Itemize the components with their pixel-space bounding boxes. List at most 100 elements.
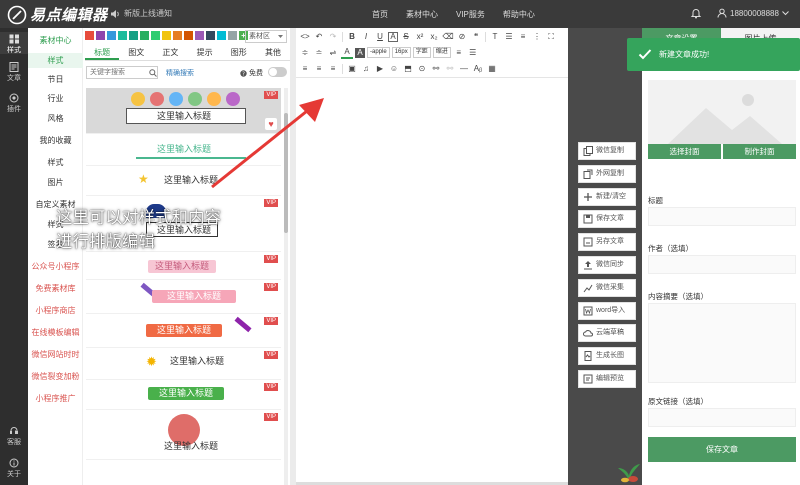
table-icon[interactable]: ▦ <box>486 63 498 75</box>
color-swatch[interactable] <box>107 31 116 40</box>
save-article-button[interactable]: 保存文章 <box>648 437 796 462</box>
style-card[interactable]: ✹ 这里输入标题 VIP <box>86 348 281 380</box>
action-button-cloud[interactable]: 云端草稿 <box>578 324 636 343</box>
action-button-copy-outer[interactable]: 外网复制 <box>578 164 636 183</box>
nav-vip[interactable]: VIP服务 <box>456 9 485 20</box>
subscript-icon[interactable]: x₂ <box>428 31 440 43</box>
font-size-select[interactable]: 16px <box>391 47 411 58</box>
unlink-icon[interactable]: ⚯ <box>444 63 456 75</box>
nav-help[interactable]: 帮助中心 <box>503 9 535 20</box>
title-field[interactable] <box>648 207 796 226</box>
style-card[interactable]: 这里输入标题 VIP <box>86 380 281 410</box>
author-field[interactable] <box>648 255 796 274</box>
category-item[interactable]: 样式 <box>28 53 83 68</box>
sidebar-item-about[interactable]: 关于 <box>0 456 28 478</box>
category-item[interactable]: 微信裂变加粉 <box>28 369 83 384</box>
category-item[interactable]: 在线模板编辑 <box>28 325 83 340</box>
italic-icon[interactable]: I <box>360 31 372 43</box>
category-item[interactable]: 小程序商店 <box>28 303 83 318</box>
exact-search-link[interactable]: 精确搜索 <box>166 68 194 78</box>
align-left-icon[interactable]: ≡ <box>453 47 465 59</box>
align-icon[interactable]: ⇌ <box>327 47 339 59</box>
color-swatch[interactable] <box>206 31 215 40</box>
search-icon[interactable] <box>149 69 157 77</box>
paragraph-spacing-icon[interactable]: ≐ <box>313 47 325 59</box>
source-link-field[interactable] <box>648 408 796 427</box>
source-code-icon[interactable]: <> <box>299 31 311 43</box>
font-color-icon[interactable]: A <box>341 47 353 59</box>
background-color-icon[interactable]: A <box>355 47 365 58</box>
border-icon[interactable]: A <box>388 31 398 42</box>
superscript-icon[interactable]: x² <box>414 31 426 43</box>
nav-home[interactable]: 首页 <box>372 9 388 20</box>
color-swatch[interactable] <box>140 31 149 40</box>
color-swatch[interactable] <box>228 31 237 40</box>
editor-content[interactable] <box>296 78 568 482</box>
tab-body[interactable]: 正文 <box>153 46 187 60</box>
row-spacing-icon[interactable]: ≑ <box>299 47 311 59</box>
tab-image-text[interactable]: 图文 <box>119 46 153 60</box>
tab-other[interactable]: 其他 <box>256 46 290 60</box>
tab-tip[interactable]: 提示 <box>188 46 222 60</box>
horizontal-line-icon[interactable]: — <box>458 63 470 75</box>
material-select[interactable]: 素材区 <box>245 30 287 43</box>
undo-icon[interactable]: ↶ <box>313 31 325 43</box>
color-swatch[interactable] <box>162 31 171 40</box>
category-item[interactable]: 公众号小程序 <box>28 259 83 274</box>
indent-select[interactable]: 缩进 <box>432 47 451 58</box>
color-swatch[interactable] <box>151 31 160 40</box>
link-icon[interactable]: ⚯ <box>430 63 442 75</box>
sidebar-item-service[interactable]: 客服 <box>0 424 28 446</box>
align-left-icon[interactable]: ≡ <box>299 63 311 75</box>
style-card[interactable]: 这里输入标题 VIP <box>86 410 281 460</box>
action-button-long-image[interactable]: 生成长图 <box>578 347 636 366</box>
user-menu[interactable]: 18800008888 <box>717 8 789 18</box>
summary-field[interactable] <box>648 303 796 383</box>
list-icon[interactable]: ☰ <box>503 31 515 43</box>
map-icon[interactable]: ⊙ <box>416 63 428 75</box>
action-button-word[interactable]: word导入 <box>578 301 636 320</box>
category-item[interactable]: 微信网站时时 <box>28 347 83 362</box>
style-card[interactable]: 这里输入标题 VIP <box>86 314 281 348</box>
action-button-save-as[interactable]: 另存文章 <box>578 233 636 252</box>
category-item[interactable]: 行业 <box>28 91 83 106</box>
notice-link[interactable]: 新版上线通知 <box>110 8 172 19</box>
free-toggle[interactable] <box>268 67 287 77</box>
bell-icon[interactable] <box>690 7 702 19</box>
cover-placeholder[interactable] <box>648 80 796 144</box>
color-swatch[interactable] <box>96 31 105 40</box>
emoji-icon[interactable]: ☺ <box>388 63 400 75</box>
align-center-icon[interactable]: ≡ <box>313 63 325 75</box>
color-swatch[interactable] <box>85 31 94 40</box>
action-button-collect[interactable]: 微信采集 <box>578 278 636 297</box>
sidebar-item-article[interactable]: 文章 <box>0 60 28 82</box>
image-upload-icon[interactable]: ⬒ <box>402 63 414 75</box>
select-cover-button[interactable]: 选择封面 <box>648 144 721 159</box>
letter-spacing-select[interactable]: 字距 <box>412 47 431 58</box>
clear-format-icon[interactable]: ⊘ <box>456 31 468 43</box>
make-cover-button[interactable]: 制作封面 <box>723 144 796 159</box>
style-card[interactable]: 这里输入标题 VIP <box>86 280 281 314</box>
style-card[interactable]: 这里输入标题 VIP <box>86 252 281 280</box>
music-icon[interactable]: ♫ <box>360 63 372 75</box>
category-item[interactable]: 图片 <box>28 175 83 190</box>
video-icon[interactable]: ▶ <box>374 63 386 75</box>
align-right-icon[interactable]: ≡ <box>327 63 339 75</box>
action-button-copy[interactable]: 微信复制 <box>578 142 636 160</box>
category-item[interactable]: 样式 <box>28 155 83 170</box>
fullscreen-icon[interactable]: ⛶ <box>545 31 557 43</box>
category-item[interactable]: 免费素材库 <box>28 281 83 296</box>
spell-check-icon[interactable]: Aᵦ <box>472 63 484 75</box>
text-size-icon[interactable]: T <box>489 31 501 43</box>
format-brush-icon[interactable]: ⌫ <box>442 31 454 43</box>
color-swatch[interactable] <box>118 31 127 40</box>
action-button-save[interactable]: 保存文章 <box>578 210 636 229</box>
category-item[interactable]: 风格 <box>28 111 83 126</box>
color-swatch[interactable] <box>195 31 204 40</box>
color-swatch[interactable] <box>129 31 138 40</box>
logo[interactable]: 易点编辑器 <box>7 4 108 25</box>
bold-icon[interactable]: B <box>346 31 358 43</box>
font-family-select[interactable]: -apple <box>367 47 390 58</box>
quote-icon[interactable]: ❝ <box>470 31 482 43</box>
nav-material[interactable]: 素材中心 <box>406 9 438 20</box>
